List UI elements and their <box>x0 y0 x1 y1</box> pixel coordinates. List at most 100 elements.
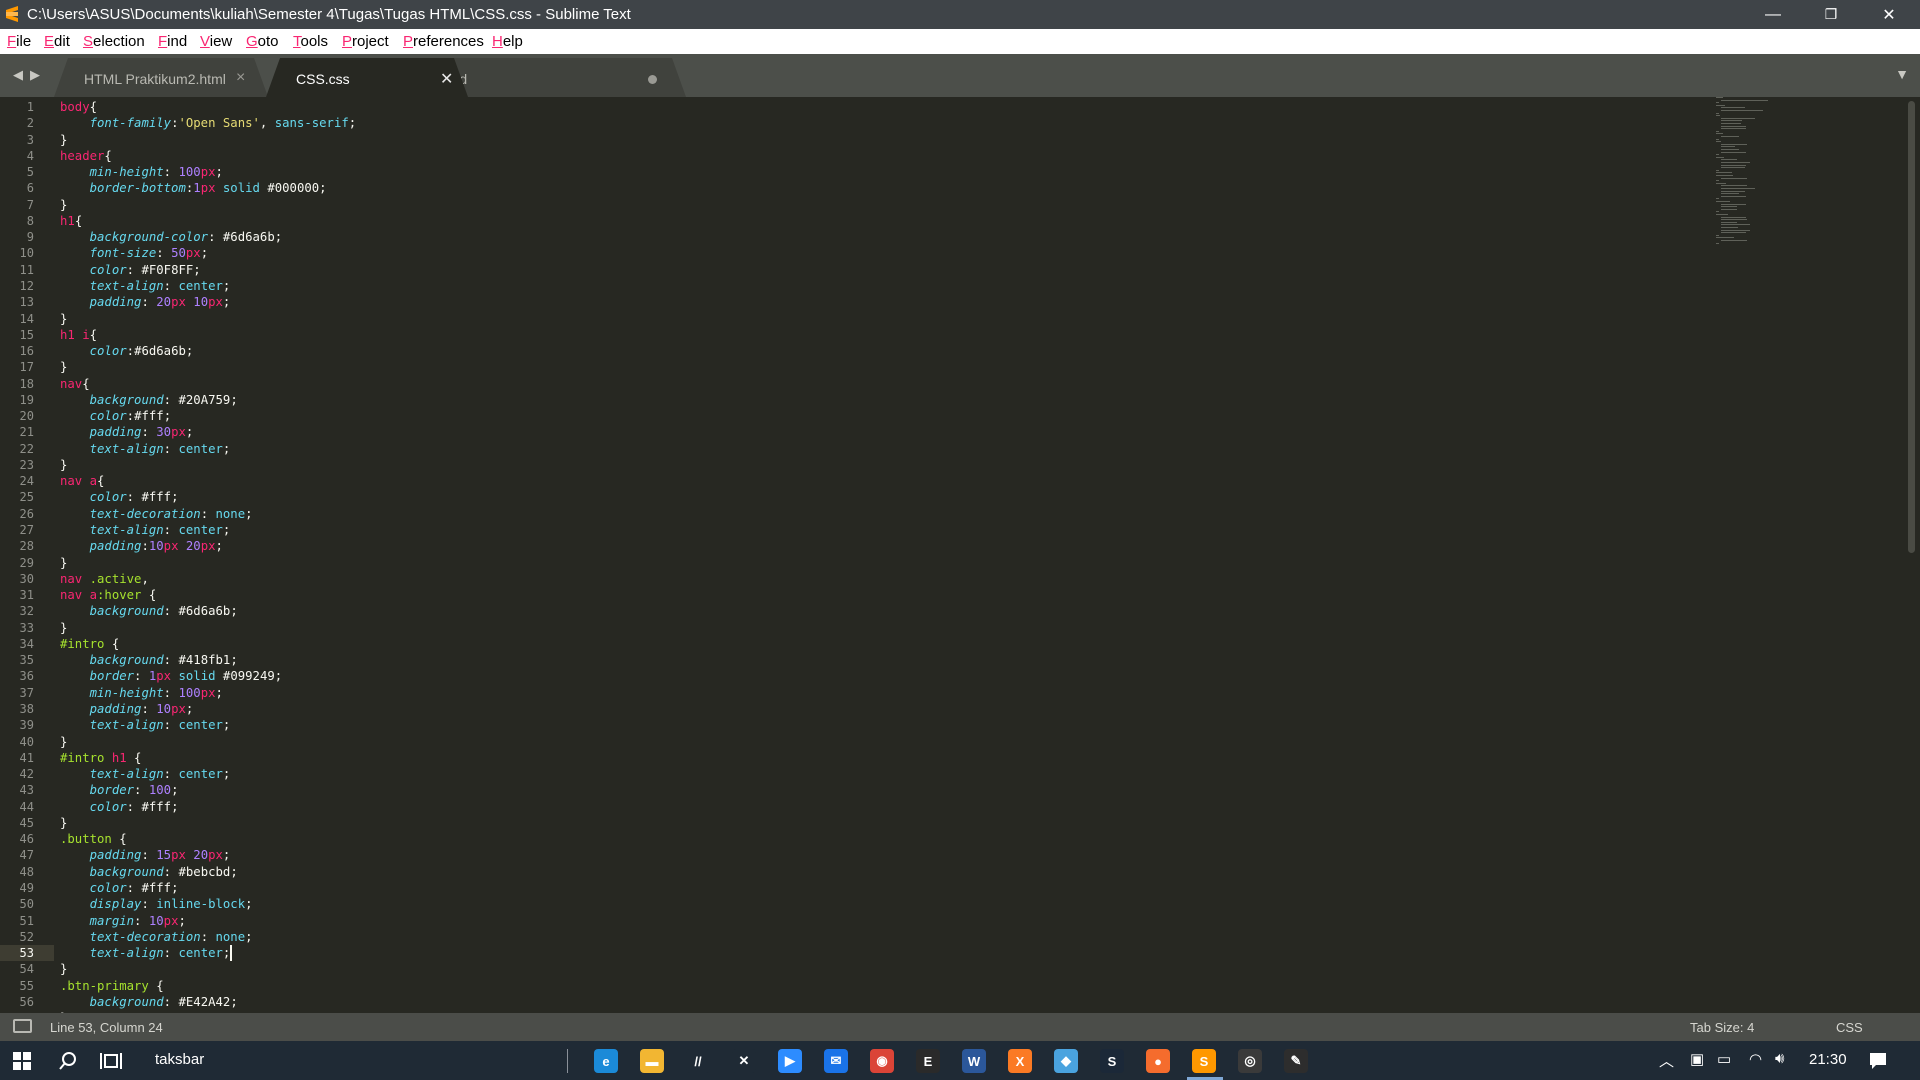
code-line[interactable]: h1{ <box>60 213 82 229</box>
meet-now-icon[interactable]: ▣ <box>1690 1050 1704 1068</box>
code-line[interactable]: } <box>60 961 67 977</box>
code-line[interactable]: text-decoration: none; <box>60 506 253 522</box>
code-line[interactable]: padding:10px 20px; <box>60 538 223 554</box>
code-line[interactable]: text-align: center; <box>60 766 231 782</box>
code-line[interactable]: text-align: center; <box>60 441 231 457</box>
tab-close-icon[interactable]: ✕ <box>440 69 453 89</box>
code-line[interactable]: padding: 30px; <box>60 424 194 440</box>
code-line[interactable]: nav a:hover { <box>60 587 156 603</box>
code-line[interactable]: } <box>60 359 67 375</box>
code-line[interactable]: text-align: center; <box>60 717 231 733</box>
menu-selection[interactable]: Selection <box>83 33 145 50</box>
close-button[interactable]: ✕ <box>1860 0 1918 29</box>
code-line[interactable]: #intro h1 { <box>60 750 141 766</box>
maximize-button[interactable]: ❐ <box>1802 0 1860 29</box>
code-line[interactable]: header{ <box>60 148 112 164</box>
code-line[interactable]: min-height: 100px; <box>60 685 223 701</box>
task-view-icon[interactable] <box>100 1051 122 1071</box>
zoom-icon[interactable]: ▶ <box>778 1049 802 1073</box>
sublime-text-icon[interactable]: S <box>1192 1049 1216 1073</box>
mail-icon[interactable]: ✉ <box>824 1049 848 1073</box>
code-line[interactable]: min-height: 100px; <box>60 164 223 180</box>
word-icon[interactable]: W <box>962 1049 986 1073</box>
epic-games-icon[interactable]: E <box>916 1049 940 1073</box>
code-line[interactable]: body{ <box>60 99 97 115</box>
code-line[interactable]: padding: 10px; <box>60 701 194 717</box>
code-line[interactable]: color: #fff; <box>60 799 179 815</box>
code-line[interactable]: font-size: 50px; <box>60 245 208 261</box>
scrollbar-thumb[interactable] <box>1908 101 1915 553</box>
syntax-selector[interactable]: CSS <box>1836 1020 1863 1035</box>
code-line[interactable]: } <box>60 197 67 213</box>
code-line[interactable]: color:#6d6a6b; <box>60 343 194 359</box>
tab-size-selector[interactable]: Tab Size: 4 <box>1690 1020 1754 1035</box>
code-line[interactable]: text-decoration: none; <box>60 929 253 945</box>
pen-app-icon[interactable]: // <box>686 1049 710 1073</box>
menu-find[interactable]: Find <box>158 33 187 50</box>
show-hidden-icons-icon[interactable]: ︿ <box>1659 1050 1674 1071</box>
code-line[interactable]: color: #F0F8FF; <box>60 262 201 278</box>
code-line[interactable]: } <box>60 311 67 327</box>
tab-css[interactable]: CSS.css ✕ <box>266 58 468 97</box>
edge-icon[interactable]: e <box>594 1049 618 1073</box>
code-line[interactable]: h1 i{ <box>60 327 97 343</box>
menu-edit[interactable]: Edit <box>44 33 70 50</box>
code-line[interactable]: text-align: center; <box>60 945 231 961</box>
notifications-icon[interactable] <box>1869 1052 1887 1070</box>
code-line[interactable]: } <box>60 132 67 148</box>
tab-nav-right-icon[interactable]: ▶ <box>30 67 40 83</box>
code-line[interactable]: border: 100; <box>60 782 179 798</box>
code-line[interactable]: text-align: center; <box>60 278 231 294</box>
chrome-icon[interactable]: ◉ <box>870 1049 894 1073</box>
code-line[interactable]: border-bottom:1px solid #000000; <box>60 180 327 196</box>
tab-close-icon[interactable]: × <box>236 69 245 87</box>
menu-goto[interactable]: Goto <box>246 33 279 50</box>
unsaved-dot-icon[interactable] <box>648 75 657 84</box>
code-line[interactable]: nav{ <box>60 376 90 392</box>
code-line[interactable]: background-color: #6d6a6b; <box>60 229 283 245</box>
tab-list-dropdown-icon[interactable]: ▼ <box>1895 66 1909 82</box>
code-line[interactable]: background: #bebcbd; <box>60 864 238 880</box>
panel-toggle-icon[interactable] <box>13 1019 32 1033</box>
code-line[interactable]: background: #418fb1; <box>60 652 238 668</box>
menu-view[interactable]: View <box>200 33 232 50</box>
volume-icon[interactable]: 🔊︎ <box>1775 1050 1784 1067</box>
code-line[interactable]: color:#fff; <box>60 408 171 424</box>
code-line[interactable]: text-align: center; <box>60 522 231 538</box>
menu-help[interactable]: Help <box>492 33 523 50</box>
tab-nav-left-icon[interactable]: ◀ <box>13 67 23 83</box>
code-line[interactable]: border: 1px solid #099249; <box>60 668 283 684</box>
battery-icon[interactable]: ▭ <box>1717 1050 1731 1068</box>
wifi-icon[interactable]: ◠ <box>1749 1050 1762 1068</box>
code-line[interactable]: } <box>60 815 67 831</box>
xampp-icon[interactable]: X <box>1008 1049 1032 1073</box>
obs-icon[interactable]: ◎ <box>1238 1049 1262 1073</box>
code-line[interactable]: padding: 15px 20px; <box>60 847 231 863</box>
code-line[interactable]: } <box>60 457 67 473</box>
menu-tools[interactable]: Tools <box>293 33 328 50</box>
code-line[interactable]: nav .active, <box>60 571 149 587</box>
code-line[interactable]: background: #6d6a6b; <box>60 603 238 619</box>
menu-file[interactable]: File <box>7 33 31 50</box>
taskbar-label[interactable]: taksbar <box>155 1051 204 1068</box>
code-line[interactable]: nav a{ <box>60 473 104 489</box>
virtualbox-icon[interactable]: ◆ <box>1054 1049 1078 1073</box>
minimize-button[interactable]: — <box>1744 0 1802 29</box>
code-line[interactable]: margin: 10px; <box>60 913 186 929</box>
code-line[interactable]: .btn-primary { <box>60 978 164 994</box>
menu-preferences[interactable]: Preferences <box>403 33 484 50</box>
code-line[interactable]: } <box>60 555 67 571</box>
code-line[interactable]: font-family:'Open Sans', sans-serif; <box>60 115 357 131</box>
code-line[interactable]: color: #fff; <box>60 880 179 896</box>
vscode-icon[interactable]: ✎ <box>1284 1049 1308 1073</box>
code-line[interactable]: color: #fff; <box>60 489 179 505</box>
code-line[interactable]: padding: 20px 10px; <box>60 294 231 310</box>
clock[interactable]: 21:30 <box>1809 1051 1847 1068</box>
windows-start-icon[interactable] <box>13 1052 31 1070</box>
tab-html-praktikum2[interactable]: HTML Praktikum2.html × <box>54 58 268 97</box>
menu-project[interactable]: Project <box>342 33 389 50</box>
minimap[interactable] <box>1716 97 1800 247</box>
xbox-icon[interactable]: ✕ <box>732 1049 756 1073</box>
search-icon[interactable] <box>58 1051 78 1071</box>
file-explorer-icon[interactable]: ▬ <box>640 1049 664 1073</box>
